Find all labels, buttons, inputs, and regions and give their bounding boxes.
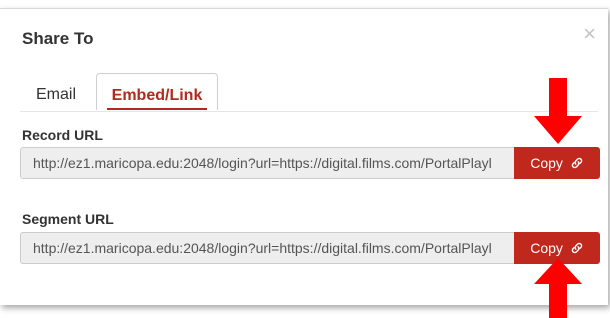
record-url-field[interactable]: http://ez1.maricopa.edu:2048/login?url=h…: [20, 147, 514, 179]
active-tab-indicator: [107, 108, 207, 110]
share-dialog: Share To × Email Embed/Link Record URL h…: [0, 8, 608, 305]
copy-segment-label: Copy: [530, 240, 563, 256]
screenshot-stage: Share To × Email Embed/Link Record URL h…: [0, 0, 610, 318]
tab-email[interactable]: Email: [36, 73, 76, 111]
tab-embed-link[interactable]: Embed/Link: [96, 73, 218, 110]
link-icon: [571, 242, 582, 254]
close-icon[interactable]: ×: [583, 23, 596, 45]
dialog-title: Share To: [22, 29, 94, 48]
red-arrow-down-icon: [534, 78, 582, 144]
copy-record-label: Copy: [530, 155, 563, 171]
record-url-label: Record URL: [22, 127, 103, 143]
copy-record-url-button[interactable]: Copy: [514, 147, 600, 179]
segment-url-label: Segment URL: [22, 211, 114, 227]
red-arrow-up-icon: [534, 258, 582, 318]
link-icon: [571, 157, 582, 169]
segment-url-field[interactable]: http://ez1.maricopa.edu:2048/login?url=h…: [20, 232, 514, 264]
share-tabs: Email Embed/Link: [20, 73, 598, 112]
tab-embed-link-label: Embed/Link: [111, 87, 203, 104]
